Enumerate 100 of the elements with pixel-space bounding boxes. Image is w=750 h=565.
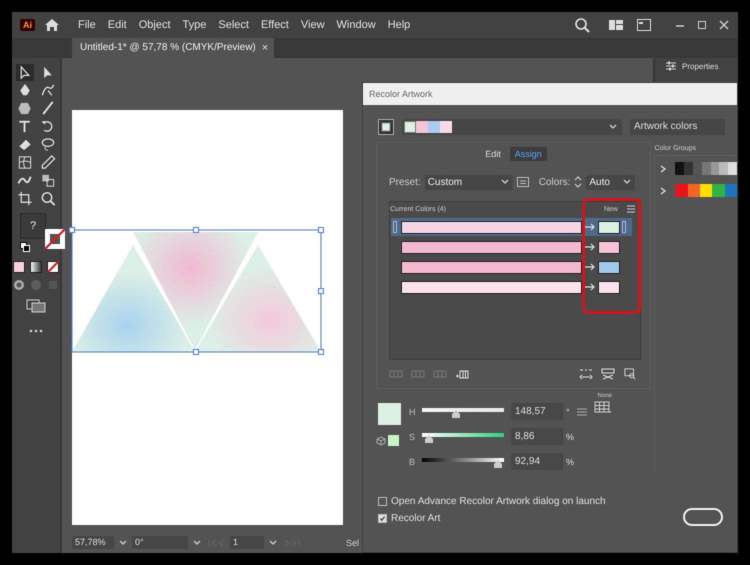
caret-icon[interactable] bbox=[192, 538, 202, 548]
menu-item[interactable]: Effect bbox=[254, 19, 295, 31]
tab-close-button[interactable]: × bbox=[262, 38, 274, 58]
color-bars-icon[interactable] bbox=[389, 368, 403, 380]
workspace-icon[interactable] bbox=[608, 17, 624, 33]
hexagon-icon[interactable] bbox=[16, 100, 34, 117]
no-fill-icon[interactable] bbox=[47, 261, 59, 273]
menu-icon[interactable] bbox=[576, 406, 588, 418]
draw-normal-icon[interactable] bbox=[13, 279, 25, 291]
dialog-button[interactable] bbox=[682, 508, 723, 526]
menu-item[interactable]: Type bbox=[176, 19, 212, 31]
add-column-icon[interactable] bbox=[455, 368, 469, 380]
current-color-bar[interactable] bbox=[401, 240, 582, 254]
menu-item[interactable]: Help bbox=[382, 19, 416, 31]
artboard-tool-icon[interactable] bbox=[16, 190, 34, 207]
slider-thumb[interactable] bbox=[450, 410, 461, 418]
options-icon[interactable] bbox=[516, 176, 529, 188]
colors-label: Colors: bbox=[538, 176, 570, 188]
value-field[interactable]: 148,57 bbox=[511, 403, 563, 420]
arrow-icon[interactable] bbox=[584, 263, 596, 271]
swatch-grid-icon[interactable] bbox=[594, 401, 612, 413]
dialog-title: Recolor Artwork bbox=[363, 83, 737, 105]
new-color-swatch[interactable] bbox=[598, 280, 620, 294]
maximize-icon[interactable] bbox=[696, 19, 708, 31]
gradient-mode-icon[interactable] bbox=[30, 261, 42, 273]
arrow-icon[interactable] bbox=[584, 243, 596, 251]
swap-colors-icon[interactable] bbox=[601, 368, 615, 380]
chevron-icon[interactable] bbox=[659, 164, 668, 172]
slider-label: B bbox=[409, 456, 416, 466]
arrow-icon[interactable] bbox=[584, 283, 596, 291]
document-tab[interactable]: Untitled-1* @ 57,78 % (CMYK/Preview) bbox=[72, 38, 262, 58]
find-color-icon[interactable] bbox=[623, 368, 637, 380]
color-bars-icon[interactable] bbox=[433, 368, 447, 380]
menu-icon[interactable] bbox=[626, 204, 636, 214]
color-source-field[interactable]: Artwork colors bbox=[630, 119, 725, 135]
colors-dropdown[interactable]: Auto bbox=[586, 174, 636, 190]
cube-icon[interactable] bbox=[376, 436, 386, 446]
current-color-bar[interactable] bbox=[401, 260, 582, 274]
unit-label: ° bbox=[566, 406, 571, 416]
harmony-dropdown[interactable] bbox=[402, 119, 622, 135]
tab[interactable]: Edit bbox=[480, 147, 506, 161]
selected-triangles-drawing[interactable] bbox=[69, 227, 324, 355]
checkbox[interactable] bbox=[378, 514, 387, 523]
sliders-icon bbox=[665, 60, 677, 72]
menu-item[interactable]: Edit bbox=[102, 19, 133, 31]
arrow-icon[interactable] bbox=[584, 223, 596, 231]
menu-item[interactable]: File bbox=[72, 19, 102, 31]
unit-label: % bbox=[566, 456, 576, 466]
more-tools-icon[interactable] bbox=[29, 329, 43, 333]
merge-colors-icon[interactable] bbox=[579, 368, 593, 380]
panel-icon[interactable] bbox=[636, 17, 652, 33]
color-mode-icon[interactable] bbox=[13, 261, 25, 273]
chevron-icon[interactable] bbox=[659, 186, 668, 194]
app-logo: Ai bbox=[20, 19, 35, 31]
screen-mode-icon[interactable] bbox=[26, 299, 46, 313]
new-color-swatch[interactable] bbox=[598, 260, 620, 274]
new-color-swatch[interactable] bbox=[598, 220, 620, 234]
caret-icon[interactable] bbox=[118, 538, 128, 548]
preset-label: Preset: bbox=[389, 176, 421, 188]
stepper-icon[interactable] bbox=[574, 175, 582, 189]
menu-item[interactable]: View bbox=[294, 19, 331, 31]
caret-icon[interactable] bbox=[268, 538, 278, 548]
rotation-field[interactable]: 0° bbox=[132, 536, 188, 549]
value-field[interactable]: 92,94 bbox=[511, 453, 563, 470]
color-swatch-icon bbox=[404, 121, 416, 133]
unit-label: % bbox=[566, 432, 576, 442]
slider-thumb[interactable] bbox=[493, 460, 504, 468]
checkbox[interactable] bbox=[378, 497, 387, 506]
color-bars-icon[interactable] bbox=[411, 368, 425, 380]
color-group-swatches[interactable] bbox=[675, 184, 737, 197]
search-icon[interactable] bbox=[574, 17, 590, 33]
new-color-swatch[interactable] bbox=[598, 240, 620, 254]
selected-color-swatch[interactable] bbox=[378, 403, 401, 425]
fill-swatch[interactable]: ? bbox=[20, 213, 46, 239]
color-swatch-icon[interactable] bbox=[378, 119, 394, 135]
menu-item[interactable]: Select bbox=[212, 19, 255, 31]
current-color-bar[interactable] bbox=[401, 280, 582, 294]
current-color-bar[interactable] bbox=[401, 220, 582, 234]
menu-item[interactable]: Window bbox=[330, 19, 382, 31]
zoom-field[interactable]: 57,78% bbox=[72, 536, 114, 549]
close-icon[interactable] bbox=[718, 19, 730, 31]
stroke-swatch[interactable] bbox=[45, 229, 65, 249]
color-row[interactable] bbox=[391, 218, 632, 236]
slider-thumb[interactable] bbox=[424, 434, 434, 442]
menu-item[interactable]: Object bbox=[132, 19, 176, 31]
default-colors-icon[interactable] bbox=[20, 242, 30, 252]
eyedropper-icon[interactable] bbox=[38, 154, 56, 171]
search-icon[interactable] bbox=[38, 190, 56, 207]
preset-dropdown[interactable]: Custom bbox=[424, 174, 513, 190]
slider-label: H bbox=[409, 406, 416, 416]
artboard-number-field[interactable]: 1 bbox=[230, 536, 264, 549]
lasso-icon[interactable] bbox=[38, 136, 56, 153]
checkbox-label: Recolor Art bbox=[391, 513, 440, 524]
color-group-swatches[interactable] bbox=[675, 162, 737, 175]
tab[interactable]: Assign bbox=[510, 147, 547, 161]
home-icon[interactable] bbox=[44, 17, 60, 33]
status-text: Sel bbox=[346, 538, 360, 548]
value-field[interactable]: 8,86 bbox=[511, 428, 563, 445]
properties-tab[interactable]: Properties bbox=[655, 58, 738, 72]
web-safe-swatch[interactable] bbox=[388, 435, 399, 446]
